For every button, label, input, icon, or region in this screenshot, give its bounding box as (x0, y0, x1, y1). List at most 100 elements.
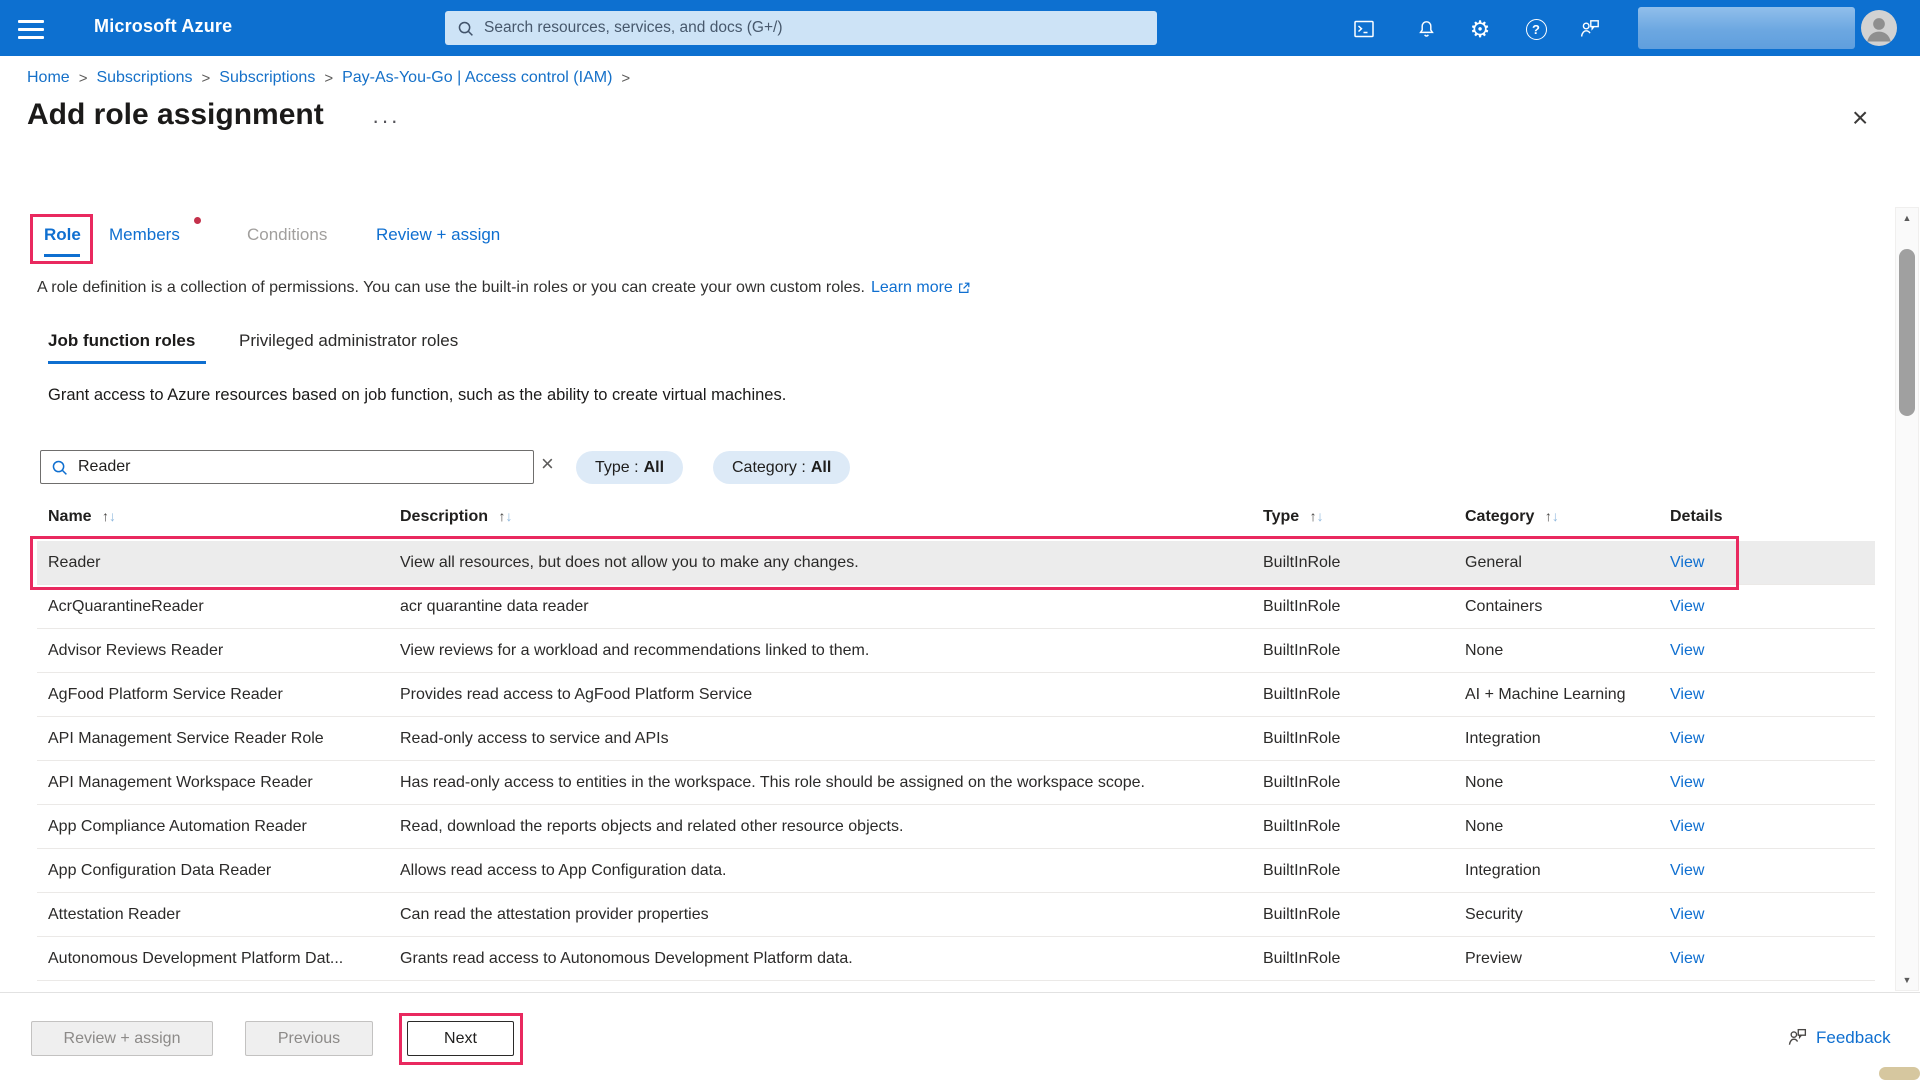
table-row[interactable]: AgFood Platform Service Reader Provides … (37, 673, 1875, 717)
view-details-link[interactable]: View (1670, 598, 1704, 615)
feedback-link[interactable]: Feedback (1786, 1026, 1891, 1049)
table-row[interactable]: Advisor Reviews Reader View reviews for … (37, 629, 1875, 673)
view-details-link[interactable]: View (1670, 950, 1704, 967)
cell-category: AI + Machine Learning (1454, 686, 1659, 704)
clear-search-icon[interactable]: × (541, 451, 554, 477)
sort-icons: ↑↓ (1545, 508, 1559, 524)
breadcrumb-home[interactable]: Home (27, 69, 70, 87)
breadcrumb-subscriptions-1[interactable]: Subscriptions (96, 69, 192, 87)
cell-type: BuiltInRole (1252, 598, 1454, 616)
column-header-category[interactable]: Category ↑↓ (1454, 508, 1659, 526)
learn-more-link[interactable]: Learn more (871, 279, 971, 297)
column-header-type[interactable]: Type ↑↓ (1252, 508, 1454, 526)
search-icon (51, 459, 68, 476)
role-search-box[interactable] (40, 450, 534, 484)
cell-name: App Compliance Automation Reader (37, 818, 389, 836)
view-details-link[interactable]: View (1670, 554, 1704, 571)
tab-role-active-underline (44, 254, 80, 257)
cell-type: BuiltInRole (1252, 554, 1454, 572)
tab-review-assign[interactable]: Review + assign (376, 225, 500, 245)
members-required-dot (194, 217, 201, 224)
cell-name: Attestation Reader (37, 906, 389, 924)
cell-description: Read, download the reports objects and r… (389, 818, 1252, 836)
brand-title[interactable]: Microsoft Azure (94, 16, 232, 37)
sort-icons: ↑↓ (1310, 508, 1324, 524)
view-details-link[interactable]: View (1670, 642, 1704, 659)
view-details-link[interactable]: View (1670, 818, 1704, 835)
column-header-description[interactable]: Description ↑↓ (389, 508, 1252, 526)
cell-category: Preview (1454, 950, 1659, 968)
breadcrumb-pay-as-you-go[interactable]: Pay-As-You-Go | Access control (IAM) (342, 69, 612, 87)
cell-name: API Management Service Reader Role (37, 730, 389, 748)
learn-more-label: Learn more (871, 279, 953, 297)
table-row[interactable]: API Management Workspace Reader Has read… (37, 761, 1875, 805)
cloud-shell-icon[interactable] (1351, 16, 1377, 42)
close-icon[interactable]: × (1852, 104, 1868, 132)
page-title: Add role assignment (27, 98, 324, 132)
tab-job-function-roles[interactable]: Job function roles (48, 331, 195, 351)
view-details-link[interactable]: View (1670, 730, 1704, 747)
topbar-search-input[interactable] (484, 19, 1145, 37)
roles-table: Reader View all resources, but does not … (37, 541, 1875, 981)
cell-type: BuiltInRole (1252, 862, 1454, 880)
cell-description: Can read the attestation provider proper… (389, 906, 1252, 924)
breadcrumb-subscriptions-2[interactable]: Subscriptions (219, 69, 315, 87)
table-row[interactable]: API Management Service Reader Role Read-… (37, 717, 1875, 761)
cell-type: BuiltInRole (1252, 686, 1454, 704)
scroll-down-icon[interactable]: ▼ (1896, 975, 1918, 985)
notifications-bell-icon[interactable] (1413, 16, 1439, 42)
topbar-search[interactable] (445, 11, 1157, 45)
topbar: Microsoft Azure ⚙ ? (0, 0, 1920, 56)
cell-description: Provides read access to AgFood Platform … (389, 686, 1252, 704)
column-header-details: Details (1659, 508, 1875, 526)
more-options-icon[interactable]: ··· (372, 108, 400, 134)
breadcrumb: Home > Subscriptions > Subscriptions > P… (27, 69, 630, 87)
sort-icons: ↑↓ (102, 508, 116, 524)
settings-gear-icon[interactable]: ⚙ (1467, 16, 1493, 42)
table-row[interactable]: Attestation Reader Can read the attestat… (37, 893, 1875, 937)
table-row[interactable]: Autonomous Development Platform Dat... G… (37, 937, 1875, 981)
filter-pill-category[interactable]: Category : All (713, 451, 850, 484)
cell-name: AgFood Platform Service Reader (37, 686, 389, 704)
cell-type: BuiltInRole (1252, 818, 1454, 836)
tab-members[interactable]: Members (109, 225, 180, 245)
chevron-right-icon: > (79, 70, 88, 87)
next-button[interactable]: Next (407, 1021, 514, 1056)
view-details-link[interactable]: View (1670, 906, 1704, 923)
table-row[interactable]: App Compliance Automation Reader Read, d… (37, 805, 1875, 849)
tab-role[interactable]: Role (44, 225, 81, 245)
cell-category: Security (1454, 906, 1659, 924)
filter-category-label: Category : (732, 459, 806, 477)
feedback-person-icon[interactable] (1577, 16, 1603, 42)
cell-category: Integration (1454, 862, 1659, 880)
feedback-person-icon (1786, 1026, 1809, 1049)
scroll-up-icon[interactable]: ▲ (1896, 213, 1918, 223)
tab-privileged-administrator-roles[interactable]: Privileged administrator roles (239, 331, 458, 351)
cell-category: Containers (1454, 598, 1659, 616)
column-header-name[interactable]: Name ↑↓ (37, 508, 389, 526)
table-row-reader[interactable]: Reader View all resources, but does not … (37, 541, 1875, 585)
view-details-link[interactable]: View (1670, 686, 1704, 703)
table-row[interactable]: App Configuration Data Reader Allows rea… (37, 849, 1875, 893)
role-search-input[interactable] (78, 458, 523, 476)
review-assign-button[interactable]: Review + assign (31, 1021, 213, 1056)
search-icon (457, 20, 474, 37)
table-row[interactable]: AcrQuarantineReader acr quarantine data … (37, 585, 1875, 629)
help-icon[interactable]: ? (1523, 16, 1549, 42)
scrollbar-thumb[interactable] (1899, 249, 1915, 416)
view-details-link[interactable]: View (1670, 774, 1704, 791)
cell-description: View reviews for a workload and recommen… (389, 642, 1252, 660)
view-details-link[interactable]: View (1670, 862, 1704, 879)
vertical-scrollbar[interactable]: ▲ ▼ (1895, 207, 1919, 991)
hamburger-menu-icon[interactable] (16, 15, 46, 41)
previous-button[interactable]: Previous (245, 1021, 373, 1056)
feedback-label: Feedback (1816, 1028, 1891, 1048)
cell-type: BuiltInRole (1252, 774, 1454, 792)
table-header: Name ↑↓ Description ↑↓ Type ↑↓ Category … (37, 502, 1875, 532)
cell-description: View all resources, but does not allow y… (389, 554, 1252, 572)
cell-category: General (1454, 554, 1659, 572)
filter-pill-type[interactable]: Type : All (576, 451, 683, 484)
cell-type: BuiltInRole (1252, 950, 1454, 968)
cell-name: AcrQuarantineReader (37, 598, 389, 616)
avatar[interactable] (1861, 10, 1897, 46)
